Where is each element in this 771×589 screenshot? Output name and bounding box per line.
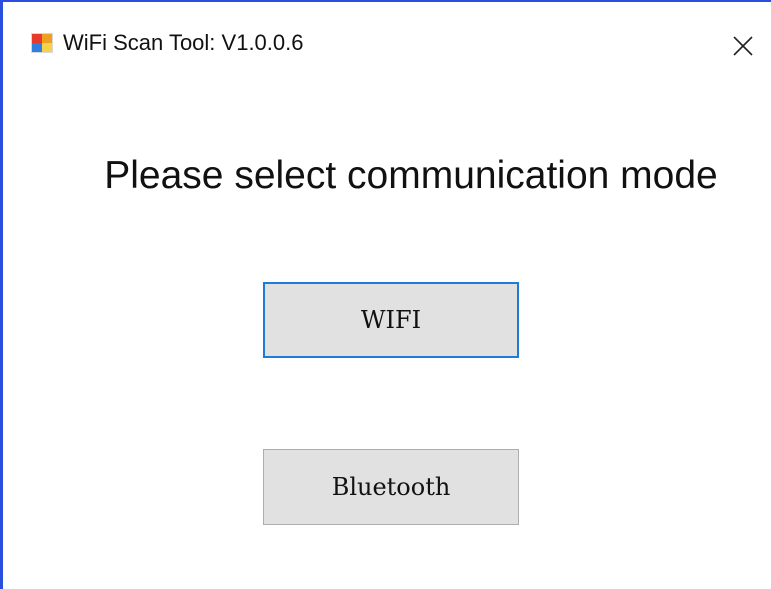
app-window-icon (31, 33, 53, 53)
page-heading: Please select communication mode (104, 154, 718, 197)
window-title: WiFi Scan Tool: V1.0.0.6 (63, 30, 304, 55)
bluetooth-button-label: Bluetooth (331, 473, 451, 501)
bluetooth-button[interactable]: Bluetooth (263, 449, 519, 525)
close-button[interactable] (725, 28, 761, 62)
app-window: WiFi Scan Tool: V1.0.0.6 Please select c… (0, 0, 771, 589)
title-bar[interactable]: WiFi Scan Tool: V1.0.0.6 (3, 2, 771, 82)
wifi-button[interactable]: WIFI (263, 282, 519, 358)
close-icon (733, 36, 753, 56)
wifi-button-label: WIFI (360, 306, 422, 334)
